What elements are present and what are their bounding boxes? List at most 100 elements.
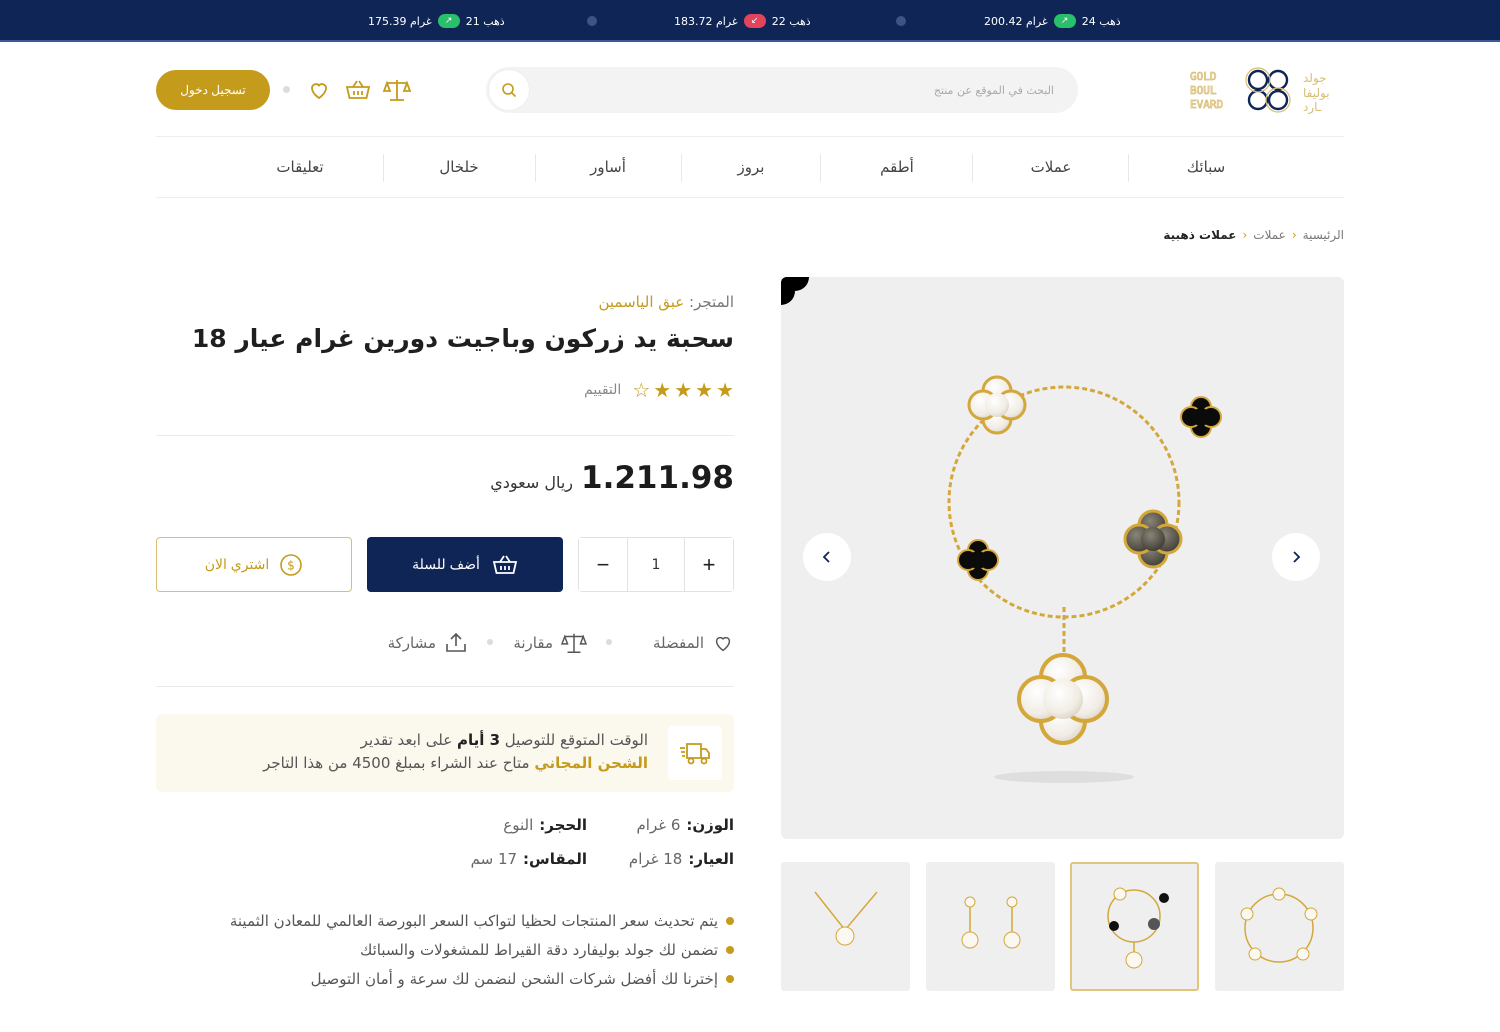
gallery-prev-button[interactable]	[803, 533, 851, 581]
product-title: سحبة يد زركون وباجيت دورين غرام عيار 18	[191, 324, 734, 353]
header-separator	[283, 86, 290, 93]
star-filled-icon: ★	[716, 378, 734, 402]
spec-key: المقاس:	[523, 850, 587, 868]
product-price: 1.211.98 ريال سعودي	[490, 460, 734, 496]
favorites-heart-icon[interactable]	[305, 76, 333, 104]
svg-text:$: $	[287, 558, 295, 572]
thumbnail-bracelet-white[interactable]	[1215, 862, 1344, 991]
spec-key: الوزن:	[686, 816, 734, 834]
breadcrumb-home[interactable]: الرئيسية	[1303, 228, 1344, 242]
cart-basket-icon[interactable]	[344, 76, 372, 104]
delivery-info-box: الوقت المتوقع للتوصيل 3 أيام على ابعد تق…	[156, 714, 734, 792]
spec-value: 17 سم	[470, 850, 518, 868]
nav-item-sets[interactable]: أطقم	[842, 150, 952, 184]
ticker-label: ذهب 22	[771, 14, 811, 28]
nav-top-border	[156, 136, 1344, 137]
ticker-separator	[896, 16, 906, 26]
delivery-estimate-suffix: على ابعد تقدير	[360, 731, 453, 749]
spec-stone: الحجر: النوع	[503, 816, 587, 834]
spec-value: النوع	[503, 816, 534, 834]
dollar-coin-icon: $	[280, 553, 303, 576]
compare-scale-icon	[561, 633, 587, 653]
search-button[interactable]	[488, 69, 530, 111]
nav-divider	[535, 154, 536, 182]
svg-text:جولد: جولد	[1303, 71, 1327, 86]
favorites-label: المفضلة	[652, 634, 704, 652]
ticker-item-24k: 200.42 غرام ↗ ذهب 24	[984, 12, 1121, 30]
spec-key: العيار:	[688, 850, 734, 868]
star-filled-icon: ★	[695, 378, 714, 402]
quantity-increase-button[interactable]: +	[685, 538, 733, 591]
search-input[interactable]	[554, 79, 1054, 101]
spec-weight: الوزن: 6 غرام	[636, 816, 734, 834]
svg-text:GOLD: GOLD	[1190, 70, 1217, 83]
ticker-price: 183.72 غرام	[674, 14, 738, 28]
ticker-item-22k: 183.72 غرام ↙ ذهب 22	[674, 12, 811, 30]
thumbnail-necklace[interactable]	[781, 862, 910, 991]
ticker-item-21k: 175.39 غرام ↗ ذهب 21	[368, 12, 505, 30]
product-main-image	[781, 277, 1344, 839]
gold-boulevard-logo[interactable]: GOLD BOUL EVARD جولد بوليفا ـارد	[1188, 66, 1348, 116]
chevron-left-icon: ‹	[1242, 228, 1248, 242]
spec-size: المقاس: 17 سم	[471, 850, 587, 868]
price-ticker: 200.42 غرام ↗ ذهب 24 183.72 غرام ↙ ذهب 2…	[0, 0, 1500, 42]
heart-icon	[715, 636, 731, 652]
action-separator	[606, 639, 612, 645]
breadcrumb: الرئيسية ‹ عملات ‹ عملات ذهبية	[1163, 228, 1344, 242]
thumbnail-earrings[interactable]	[926, 862, 1055, 991]
nav-item-anklets[interactable]: خلخال	[406, 150, 512, 184]
star-filled-icon: ★	[674, 378, 693, 402]
free-shipping-note: الشحن المجاني متاح عند الشراء بمبلغ 4500…	[263, 754, 648, 772]
compare-scale-icon[interactable]	[383, 76, 411, 104]
list-item: يتم تحديث سعر المنتجات لحظيا لتواكب السع…	[230, 906, 734, 935]
spec-value: 18 غرام	[628, 850, 683, 868]
nav-item-coins[interactable]: عملات	[996, 150, 1106, 184]
delivery-days: 3 أيام	[456, 731, 501, 749]
login-button[interactable]: تسجيل دخول	[156, 70, 270, 110]
gallery-next-button[interactable]	[1272, 533, 1320, 581]
add-to-cart-button[interactable]: أضف للسلة	[367, 537, 563, 592]
trend-up-icon: ↗	[437, 14, 460, 28]
search-bar	[486, 67, 1078, 113]
store-info: المتجر: عبق الياسمين	[598, 293, 734, 311]
feature-list: يتم تحديث سعر المنتجات لحظيا لتواكب السع…	[230, 906, 734, 993]
ticker-label: ذهب 24	[1081, 14, 1121, 28]
search-icon	[502, 83, 517, 98]
buy-now-button[interactable]: $ اشتري الان	[156, 537, 352, 592]
store-label: المتجر:	[689, 293, 734, 311]
compare-action[interactable]: مقارنة	[513, 628, 587, 658]
share-label: مشاركة	[387, 634, 436, 652]
svg-text:EVARD: EVARD	[1190, 98, 1223, 111]
store-name-link[interactable]: عبق الياسمين	[598, 293, 684, 311]
price-currency: ريال سعودي	[490, 473, 574, 492]
svg-text:BOUL: BOUL	[1190, 84, 1217, 97]
nav-item-brooches[interactable]: بروز	[700, 150, 802, 184]
nav-item-bars[interactable]: سبائك	[1150, 150, 1262, 184]
quantity-decrease-button[interactable]: −	[579, 538, 627, 591]
chevron-right-icon	[1293, 551, 1301, 563]
share-upload-icon	[446, 632, 466, 652]
add-to-favorites-action[interactable]: المفضلة	[653, 628, 734, 658]
breadcrumb-current: عملات ذهبية	[1163, 228, 1237, 242]
nav-item-bracelets[interactable]: أساور	[556, 150, 660, 184]
svg-text:بوليفا: بوليفا	[1303, 86, 1330, 101]
share-action[interactable]: مشاركة	[388, 628, 468, 658]
delivery-estimate: الوقت المتوقع للتوصيل 3 أيام على ابعد تق…	[361, 731, 648, 749]
thumbnail-bracelet-mixed[interactable]	[1070, 862, 1199, 991]
rating-label: التقييم	[584, 382, 622, 398]
star-filled-icon: ★	[653, 378, 672, 402]
ticker-price: 175.39 غرام	[368, 14, 432, 28]
nav-item-pendants[interactable]: تعليقات	[244, 150, 356, 184]
breadcrumb-parent[interactable]: عملات	[1253, 228, 1286, 242]
nav-divider	[383, 154, 384, 182]
nav-divider	[681, 154, 682, 182]
chevron-left-icon: ‹	[1291, 228, 1297, 242]
feature-text: إخترنا لك أفضل شركات الشحن لنضمن لك سرعة…	[310, 969, 718, 988]
divider	[156, 686, 734, 687]
action-separator	[487, 639, 493, 645]
add-to-cart-label: أضف للسلة	[412, 556, 480, 572]
quantity-value[interactable]: 1	[627, 538, 685, 591]
bullet-dot	[726, 916, 734, 925]
nav-bottom-border	[156, 197, 1344, 198]
truck-icon	[668, 726, 722, 780]
